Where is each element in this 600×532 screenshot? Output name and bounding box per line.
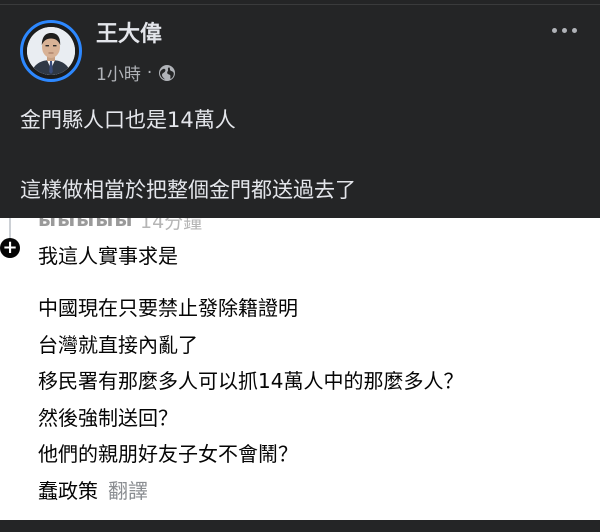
bottom-strip	[0, 520, 600, 532]
comment-line: 台灣就直接內亂了	[38, 332, 198, 357]
comment-line: 然後強制送回？	[38, 405, 178, 430]
more-dot	[562, 28, 567, 33]
more-dot	[552, 28, 557, 33]
comment-first-line: 我這人實事求是	[38, 244, 178, 268]
more-options-icon[interactable]	[552, 28, 577, 33]
profile-photo-image	[27, 27, 75, 75]
author-name[interactable]: 王大偉	[96, 16, 162, 48]
plus-icon: +	[0, 238, 20, 258]
comment-line: 中國現在只要禁止發除籍證明	[38, 296, 298, 320]
comment-line: 蠢政策	[38, 478, 98, 503]
comment-last-line: 蠢政策 翻譯	[38, 473, 463, 510]
avatar[interactable]	[20, 20, 82, 82]
facebook-post: 王大偉 1小時 · 金門縣人口也是14萬人 這樣做相當於把整個金門都送過去了	[0, 0, 600, 218]
cut-off-comment-time: 14分鐘	[140, 218, 203, 233]
comment-line: 他們的親朋好友子女不會鬧？	[38, 442, 298, 467]
comment-body: 中國現在只要禁止發除籍證明 台灣就直接內亂了 移民署有那麼多人可以抓14萬人中的…	[38, 290, 463, 510]
meta-separator: ·	[146, 62, 153, 83]
post-time[interactable]: 1小時	[96, 60, 141, 85]
profile-photo	[27, 27, 75, 75]
translate-link[interactable]: 翻譯	[108, 479, 148, 503]
post-text-line: 這樣做相當於把整個金門都送過去了	[20, 178, 356, 202]
more-dot	[572, 28, 577, 33]
embedded-comment-screenshot: ыыыыы 14分鐘 + 我這人實事求是 中國現在只要禁止發除籍證明 台灣就直接…	[0, 218, 600, 520]
comment-line: 移民署有那麼多人可以抓14萬人中的那麼多人？	[38, 369, 464, 394]
post-text-line: 金門縣人口也是14萬人	[20, 108, 236, 132]
cut-off-commenter-name: ыыыыы	[38, 218, 134, 231]
top-divider	[0, 4, 600, 5]
post-meta: 1小時 ·	[96, 60, 176, 85]
globe-icon[interactable]	[158, 64, 176, 82]
